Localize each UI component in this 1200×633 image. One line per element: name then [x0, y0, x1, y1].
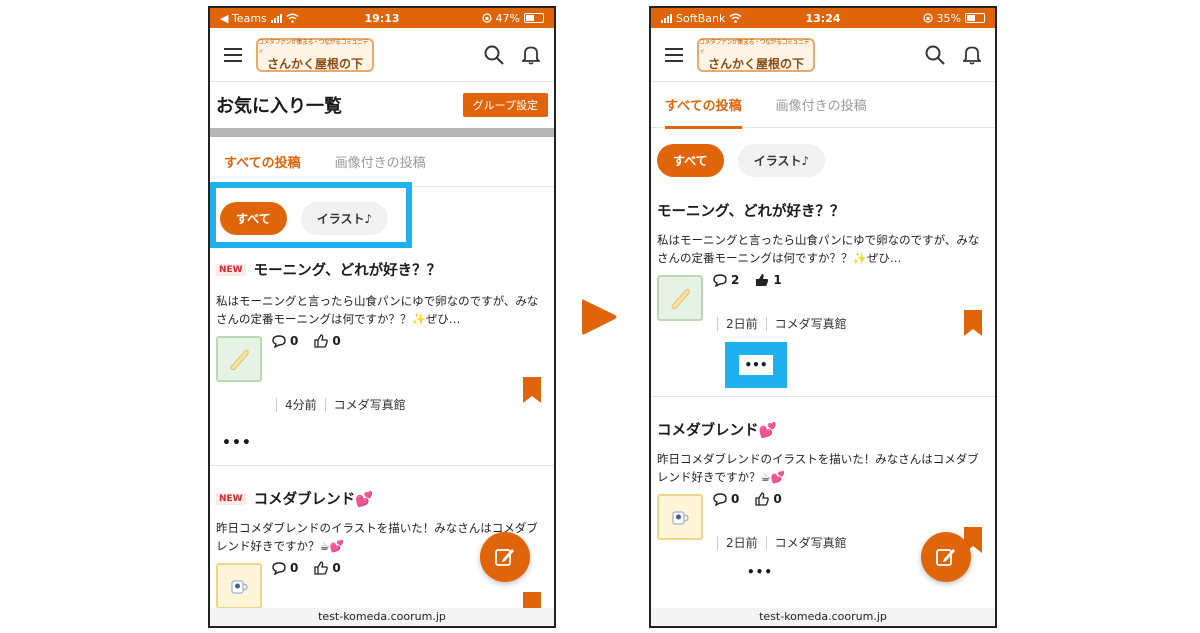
like-count: 0 [332, 334, 341, 348]
group-chips: すべて イラスト♪ [657, 144, 995, 177]
post-author[interactable]: コメダ写真館 [775, 534, 847, 551]
tab-all-posts[interactable]: すべての投稿 [224, 137, 301, 188]
more-options-highlight: ••• [725, 342, 787, 388]
comment-icon [713, 492, 727, 506]
carrier-label: ◀ Teams [220, 11, 267, 25]
chip-highlight-box [210, 182, 412, 248]
toast-image-icon [671, 288, 690, 310]
post-card[interactable]: NEW モーニング、どれが好き？？ 私はモーニングと言ったら山食パンにゆで卵なの… [210, 253, 554, 465]
post-thumbnail[interactable] [657, 275, 703, 321]
like-icon[interactable] [314, 561, 329, 575]
like-count: 0 [332, 561, 341, 575]
like-count: 0 [773, 492, 782, 506]
coffee-cup-image-icon [672, 511, 689, 525]
comment-count: 0 [290, 334, 299, 348]
rotation-lock-icon [481, 13, 492, 23]
post-title[interactable]: コメダブレンド💕 [254, 488, 374, 509]
coffee-cup-image-icon [231, 580, 248, 594]
logo-tagline: コメダファンが集まる・つながるコミュニティ [258, 39, 369, 55]
more-options-button[interactable]: ••• [739, 355, 773, 375]
search-icon[interactable] [484, 45, 504, 65]
like-icon[interactable] [314, 334, 329, 348]
comment-icon [713, 273, 727, 287]
post-thumbnail[interactable] [657, 494, 703, 540]
page-title: お気に入り一覧 [216, 96, 342, 117]
post-title[interactable]: モーニング、どれが好き？？ [254, 259, 441, 280]
menu-icon[interactable] [665, 47, 683, 62]
edit-icon [936, 549, 955, 566]
post-thumbnail[interactable] [216, 563, 262, 609]
logo-name: さんかく屋根の下 [266, 57, 363, 71]
menu-icon[interactable] [224, 47, 242, 62]
community-logo[interactable]: コメダファンが集まる・つながるコミュニティ さんかく屋根の下 [256, 37, 374, 72]
like-icon[interactable] [755, 492, 770, 506]
post-thumbnail[interactable] [216, 336, 262, 382]
post-time: 2日前 [726, 317, 758, 331]
post-title[interactable]: コメダブレンド💕 [657, 419, 777, 440]
tab-image-posts[interactable]: 画像付きの投稿 [776, 82, 867, 128]
app-header: コメダファンが集まる・つながるコミュニティ さんかく屋根の下 [210, 28, 554, 82]
logo-name: さんかく屋根の下 [707, 57, 804, 71]
status-bar: ◀ Teams 19:13 47% [210, 8, 554, 28]
post-card[interactable]: モーニング、どれが好き？？ 私はモーニングと言ったら山食パンにゆで卵なのですが、… [651, 186, 995, 396]
carrier-label: SoftBank [676, 11, 726, 25]
wifi-icon [729, 13, 742, 23]
url-bar[interactable]: test-komeda.coorum.jp [651, 608, 995, 626]
post-author[interactable]: コメダ写真館 [775, 315, 847, 332]
comment-icon [272, 561, 286, 575]
bookmark-icon[interactable] [963, 310, 983, 336]
chip-illustration[interactable]: イラスト♪ [737, 144, 826, 177]
battery-percent: 35% [936, 11, 961, 25]
new-badge: NEW [216, 492, 246, 505]
more-options-button[interactable]: ••• [222, 435, 548, 451]
url-bar[interactable]: test-komeda.coorum.jp [210, 608, 554, 626]
phone-screen-after: SoftBank 13:24 35% コメダファンが集まる・つながるコミュニティ… [649, 6, 997, 628]
post-tabs: すべての投稿 画像付きの投稿 [651, 82, 995, 129]
chip-all[interactable]: すべて [657, 144, 724, 177]
battery-icon [524, 13, 544, 23]
wifi-icon [286, 13, 299, 23]
signal-icon [661, 13, 672, 23]
app-header: コメダファンが集まる・つながるコミュニティ さんかく屋根の下 [651, 28, 995, 82]
signal-icon [270, 13, 282, 23]
comment-count: 0 [290, 561, 299, 575]
group-settings-button[interactable]: グループ設定 [462, 93, 548, 117]
battery-percent: 47% [495, 11, 520, 25]
battery-icon [965, 13, 985, 23]
post-time: 4分前 [285, 398, 317, 412]
rotation-lock-icon [922, 13, 933, 23]
comment-count: 0 [731, 492, 740, 506]
post-author[interactable]: コメダ写真館 [334, 396, 406, 413]
search-icon[interactable] [925, 45, 945, 65]
like-count: 1 [773, 273, 782, 287]
post-time: 2日前 [726, 536, 758, 550]
bell-icon[interactable] [522, 45, 540, 65]
post-tabs: すべての投稿 画像付きの投稿 [210, 137, 554, 188]
phone-screen-before: ◀ Teams 19:13 47% コメダファンが集まる・つながるコミュニティ … [208, 6, 556, 628]
post-title[interactable]: モーニング、どれが好き？？ [657, 200, 844, 221]
status-bar: SoftBank 13:24 35% [651, 8, 995, 28]
toast-image-icon [230, 349, 249, 371]
new-badge: NEW [216, 263, 246, 276]
edit-icon [495, 549, 514, 566]
post-excerpt: 私はモーニングと言ったら山食パンにゆで卵なのですが、みなさんの定番モーニングは何… [216, 294, 539, 326]
comment-icon [272, 334, 286, 348]
tab-all-posts[interactable]: すべての投稿 [665, 82, 742, 129]
comment-count: 2 [731, 273, 740, 287]
bookmark-icon[interactable] [522, 377, 542, 403]
tab-image-posts[interactable]: 画像付きの投稿 [335, 137, 426, 187]
post-excerpt: 昨日コメダブレンドのイラストを描いた！みなさんはコメダブレンド好きですか？☕💕 [657, 452, 979, 484]
logo-tagline: コメダファンが集まる・つながるコミュニティ [699, 39, 810, 55]
compose-post-button[interactable] [480, 532, 530, 582]
play-arrow-icon [582, 299, 617, 335]
like-icon[interactable] [755, 273, 769, 287]
compose-post-button[interactable] [921, 532, 971, 582]
bell-icon[interactable] [963, 45, 981, 65]
community-logo[interactable]: コメダファンが集まる・つながるコミュニティ さんかく屋根の下 [697, 37, 815, 72]
post-excerpt: 私はモーニングと言ったら山食パンにゆで卵なのですが、みなさんの定番モーニングは何… [657, 233, 980, 265]
